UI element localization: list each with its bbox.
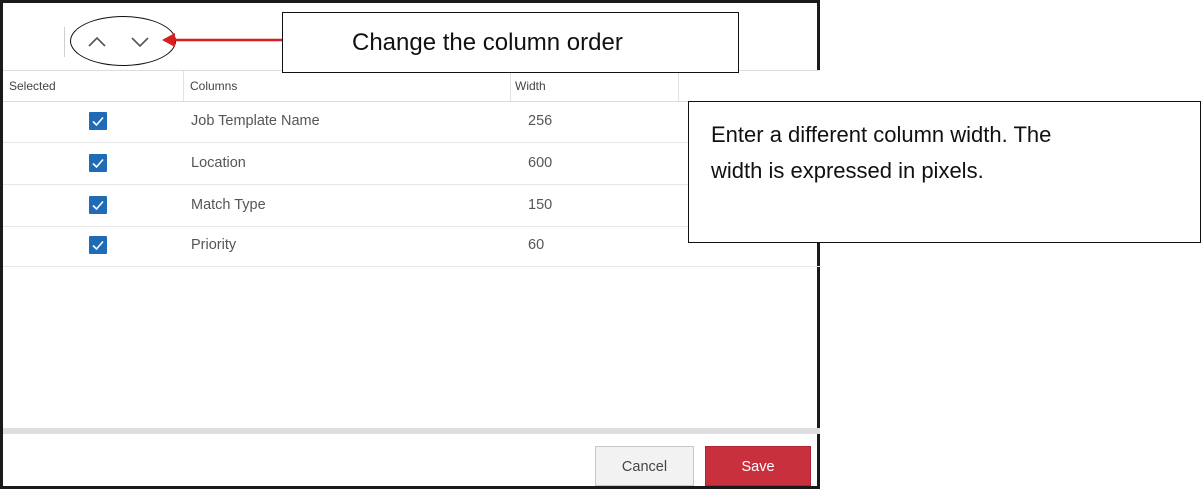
column-name: Match Type: [191, 197, 266, 213]
footer-divider: [3, 428, 820, 434]
columns-table-header: Selected Columns Width: [3, 70, 820, 102]
width-input[interactable]: 60: [528, 225, 544, 266]
column-order-note: Change the column order: [352, 29, 623, 56]
header-divider[interactable]: [678, 71, 679, 101]
row-checkbox[interactable]: [89, 196, 107, 214]
save-button[interactable]: Save: [705, 446, 811, 486]
column-name: Priority: [191, 237, 237, 253]
header-divider[interactable]: [183, 71, 184, 101]
width-input[interactable]: 150: [528, 185, 552, 226]
column-name: Job Template Name: [191, 113, 320, 129]
column-width-callout: Enter a different column width. The widt…: [688, 101, 1201, 243]
cancel-button[interactable]: Cancel: [595, 446, 694, 486]
width-note-line1: Enter a different column width. The: [711, 122, 1052, 147]
header-selected[interactable]: Selected: [9, 71, 56, 101]
row-checkbox[interactable]: [89, 154, 107, 172]
column-name: Location: [191, 155, 246, 171]
column-settings-dialog: Selected Columns Width Job Template Name…: [0, 0, 820, 489]
column-order-callout: Change the column order: [282, 12, 739, 73]
row-checkbox[interactable]: [89, 236, 107, 254]
header-width[interactable]: Width: [515, 71, 546, 101]
annotation-arrow: [162, 33, 285, 47]
header-divider[interactable]: [510, 71, 511, 101]
width-input[interactable]: 256: [528, 101, 552, 142]
width-input[interactable]: 600: [528, 143, 552, 184]
header-columns[interactable]: Columns: [190, 71, 237, 101]
width-note-line2: width is expressed in pixels.: [711, 158, 984, 183]
row-checkbox[interactable]: [89, 112, 107, 130]
toolbar-divider: [64, 27, 65, 57]
